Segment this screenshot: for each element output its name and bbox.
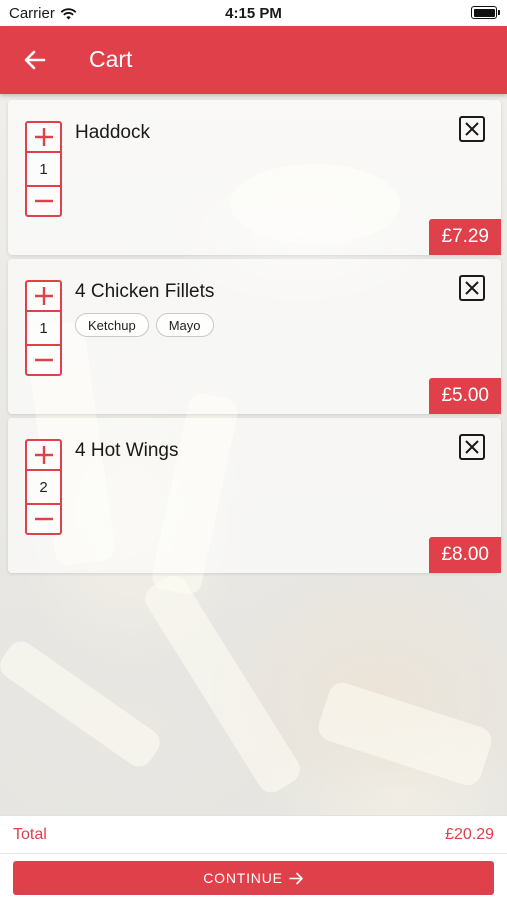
minus-icon: [34, 517, 53, 521]
cart-item-chicken-fillets: 1 4 Chicken Fillets Ketchup Mayo £5.00: [8, 259, 501, 414]
continue-label: CONTINUE: [203, 870, 283, 886]
item-name: Haddock: [75, 122, 150, 143]
decrease-quantity-button[interactable]: [27, 344, 60, 374]
plus-icon: [34, 128, 53, 146]
item-name: 4 Chicken Fillets: [75, 281, 215, 302]
quantity-value: 1: [39, 319, 48, 337]
increase-quantity-button[interactable]: [27, 441, 60, 471]
decrease-quantity-button[interactable]: [27, 185, 60, 215]
quantity-value: 1: [39, 160, 48, 178]
arrow-right-icon: [288, 872, 303, 884]
remove-item-button[interactable]: [459, 116, 485, 142]
arrow-left-icon: [24, 50, 46, 70]
item-name: 4 Hot Wings: [75, 440, 179, 461]
page-title: Cart: [89, 46, 133, 72]
status-bar: Carrier 4:15 PM: [0, 0, 507, 26]
quantity-stepper: 2: [25, 439, 62, 535]
item-price: £5.00: [429, 378, 501, 414]
status-time: 4:15 PM: [225, 5, 282, 22]
minus-icon: [34, 199, 53, 203]
cart-item-haddock: 1 Haddock £7.29: [8, 100, 501, 255]
option-chip-mayo: Mayo: [155, 313, 214, 337]
remove-item-button[interactable]: [459, 434, 485, 460]
plus-icon: [34, 287, 53, 305]
minus-icon: [34, 358, 53, 362]
total-value: £20.29: [445, 826, 494, 843]
battery-icon: [471, 6, 500, 19]
back-button[interactable]: [20, 46, 50, 74]
cart-footer: Total £20.29 CONTINUE: [0, 815, 507, 900]
total-label: Total: [13, 826, 47, 843]
continue-button[interactable]: CONTINUE: [13, 861, 494, 895]
increase-quantity-button[interactable]: [27, 123, 60, 153]
item-price: £7.29: [429, 219, 501, 255]
remove-item-button[interactable]: [459, 275, 485, 301]
total-row: Total £20.29: [0, 816, 507, 854]
plus-icon: [34, 446, 53, 464]
close-icon: [465, 122, 479, 136]
option-chip-ketchup: Ketchup: [75, 313, 149, 337]
quantity-stepper: 1: [25, 121, 62, 217]
quantity-stepper: 1: [25, 280, 62, 376]
close-icon: [465, 440, 479, 454]
decrease-quantity-button[interactable]: [27, 503, 60, 533]
cart-item-hot-wings: 2 4 Hot Wings £8.00: [8, 418, 501, 573]
close-icon: [465, 281, 479, 295]
increase-quantity-button[interactable]: [27, 282, 60, 312]
app-header: Cart: [0, 26, 507, 94]
item-price: £8.00: [429, 537, 501, 573]
item-options: Ketchup Mayo: [75, 313, 214, 337]
quantity-value: 2: [39, 478, 48, 496]
